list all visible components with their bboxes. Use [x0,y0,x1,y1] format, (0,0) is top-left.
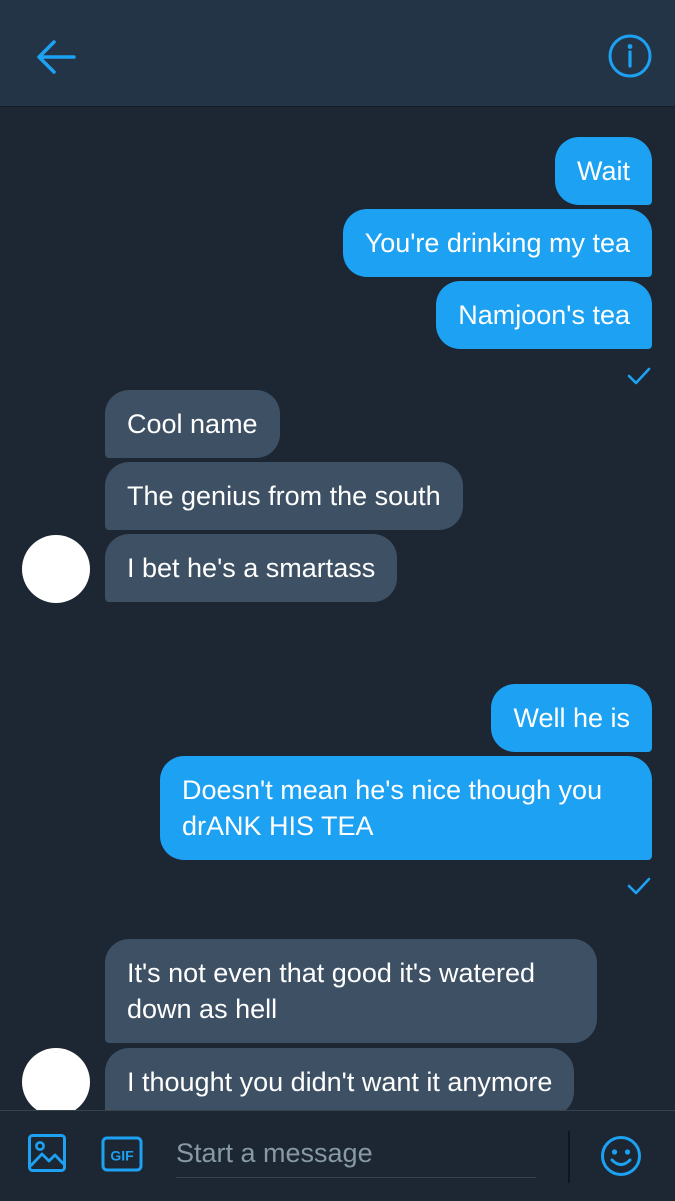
arrow-left-icon[interactable] [34,35,78,79]
message-bubble-outgoing[interactable]: Doesn't mean he's nice though you drANK … [160,756,652,860]
message-bubble-incoming[interactable]: I bet he's a smartass [105,534,398,602]
message-input[interactable] [176,1129,536,1178]
emoji-icon[interactable] [600,1135,642,1177]
gif-icon[interactable]: GIF [101,1136,143,1172]
read-check-icon [627,877,651,895]
message-bubble-incoming[interactable]: I thought you didn't want it anymore [105,1048,575,1110]
message-bubble-outgoing[interactable]: You're drinking my tea [342,209,652,277]
avatar[interactable] [22,535,90,603]
avatar[interactable] [22,1048,90,1110]
message-bubble-outgoing[interactable]: Wait [555,137,652,205]
message-list[interactable]: Wait You're drinking my tea Namjoon's te… [0,107,675,1110]
read-check-icon [627,367,651,385]
message-bubble-incoming[interactable]: The genius from the south [105,462,463,530]
conversation-header [0,0,675,107]
image-icon[interactable] [27,1133,67,1173]
info-icon[interactable] [607,33,653,79]
composer-divider [568,1131,570,1183]
message-bubble-outgoing[interactable]: Well he is [491,684,652,752]
message-bubble-incoming[interactable]: It's not even that good it's watered dow… [105,939,597,1043]
message-composer: GIF [0,1110,675,1201]
gif-label: GIF [110,1148,134,1164]
message-bubble-incoming[interactable]: Cool name [105,390,280,458]
message-bubble-outgoing[interactable]: Namjoon's tea [436,281,652,349]
